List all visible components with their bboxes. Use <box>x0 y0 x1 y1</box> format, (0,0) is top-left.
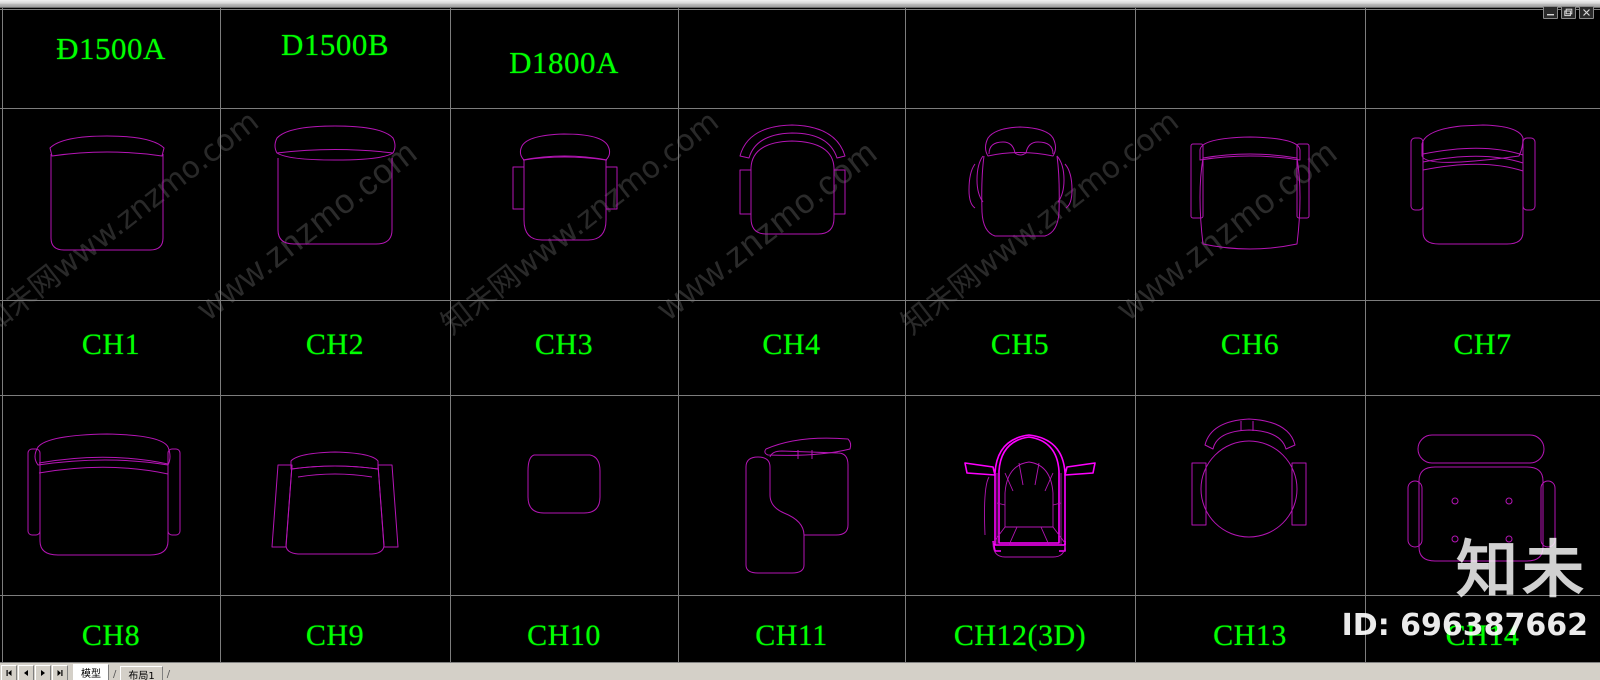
chair-plan-ch10 <box>450 395 678 595</box>
chair-label-cell-ch1[interactable]: CH1 <box>2 300 220 395</box>
last-arrow-icon <box>57 669 63 676</box>
chair-label-cell-ch2[interactable]: CH2 <box>220 300 450 395</box>
last-layout-button[interactable] <box>52 664 68 680</box>
chair-plan-ch8 <box>2 395 220 595</box>
chair-cell-ch11[interactable] <box>678 395 905 595</box>
chair-label-cell-ch3[interactable]: CH3 <box>450 300 678 395</box>
restore-button[interactable] <box>1561 6 1576 19</box>
previous-layout-button[interactable] <box>18 664 34 680</box>
chair-label: CH5 <box>990 328 1050 361</box>
chair-label: CH2 <box>305 328 365 361</box>
chair-label: CH9 <box>305 619 365 652</box>
chair-cell-ch1[interactable] <box>2 108 220 300</box>
tab-layout1[interactable]: 布局1 <box>120 666 163 680</box>
restore-icon <box>1564 8 1573 17</box>
layout-tab-bar: 模型 / 布局1 / <box>0 662 1600 680</box>
chair-plan-ch1 <box>2 108 220 300</box>
table-label: D1800A <box>509 45 619 80</box>
chair-label: CH11 <box>755 619 828 652</box>
table-label: Ð1500A <box>56 31 166 66</box>
close-icon <box>1583 9 1590 16</box>
chair-label: CH13 <box>1213 619 1287 652</box>
chair-label-cell-ch8[interactable]: CH8 <box>2 595 220 663</box>
tab-model-label: 模型 <box>81 669 101 680</box>
chair-plan-ch6 <box>1135 108 1365 300</box>
chair-label: CH14 <box>1445 619 1520 652</box>
chair-label: CH7 <box>1453 328 1512 361</box>
chair-label-cell-ch12[interactable]: CH12(3D) <box>905 595 1135 663</box>
chair-cell-ch5[interactable] <box>905 108 1135 300</box>
chair-label: CH1 <box>81 328 141 361</box>
chair-plan-ch14 <box>1365 395 1600 595</box>
chair-cell-ch7[interactable] <box>1365 108 1600 300</box>
chair-cell-ch4[interactable] <box>678 108 905 300</box>
layout-tabs: 模型 / 布局1 / <box>73 664 174 680</box>
chair-plan-ch11 <box>678 395 905 595</box>
table-cell-d1500b[interactable]: D1500B <box>220 9 450 108</box>
chair-label-cell-ch10[interactable]: CH10 <box>450 595 678 663</box>
chair-plan-ch2 <box>220 108 450 300</box>
chair-cell-ch9[interactable] <box>220 395 450 595</box>
table-cell-empty-4[interactable] <box>678 9 905 108</box>
chair-label: CH8 <box>81 619 141 652</box>
table-label: D1500B <box>280 27 390 62</box>
window-controls <box>1543 6 1594 19</box>
chair-plan-ch7 <box>1365 108 1600 300</box>
chair-plan-ch5 <box>905 108 1135 300</box>
tab-layout1-label: 布局1 <box>128 670 155 680</box>
chair-plan-ch13 <box>1135 395 1365 595</box>
next-arrow-icon <box>41 669 45 676</box>
chair-3d-ch12 <box>905 395 1135 595</box>
chair-label-cell-ch14[interactable]: CH14 <box>1365 595 1600 663</box>
chair-cell-ch10[interactable] <box>450 395 678 595</box>
chair-label: CH3 <box>534 328 594 361</box>
chair-label: CH12(3D) <box>953 619 1087 652</box>
chair-label-cell-ch9[interactable]: CH9 <box>220 595 450 663</box>
chair-cell-ch3[interactable] <box>450 108 678 300</box>
chair-cell-ch2[interactable] <box>220 108 450 300</box>
minimize-icon <box>1547 14 1554 16</box>
chair-plan-ch3 <box>450 108 678 300</box>
table-cell-empty-7[interactable] <box>1365 9 1600 108</box>
table-cell-d1800a[interactable]: D1800A <box>450 9 678 108</box>
chair-label-cell-ch7[interactable]: CH7 <box>1365 300 1600 395</box>
chair-label-cell-ch6[interactable]: CH6 <box>1135 300 1365 395</box>
chair-label-cell-ch4[interactable]: CH4 <box>678 300 905 395</box>
tab-model[interactable]: 模型 <box>73 664 109 680</box>
minimize-button[interactable] <box>1543 6 1558 19</box>
first-arrow-icon <box>6 669 12 676</box>
chair-label-cell-ch5[interactable]: CH5 <box>905 300 1135 395</box>
layout-nav-buttons <box>0 664 69 680</box>
title-bar <box>0 0 1600 8</box>
chair-label: CH6 <box>1220 328 1280 361</box>
cad-application-window: 知未网www.znzmo.com 知未网www.znzmo.com 知未网www… <box>0 0 1600 680</box>
chair-cell-ch6[interactable] <box>1135 108 1365 300</box>
chair-cell-ch14[interactable] <box>1365 395 1600 595</box>
close-button[interactable] <box>1579 6 1594 19</box>
chair-plan-ch9 <box>220 395 450 595</box>
next-layout-button[interactable] <box>35 664 51 680</box>
chair-label-cell-ch13[interactable]: CH13 <box>1135 595 1365 663</box>
tab-separator-1: / <box>113 669 117 680</box>
table-cell-empty-5[interactable] <box>905 9 1135 108</box>
table-cell-d1500a[interactable]: Ð1500A <box>2 9 220 108</box>
chair-cell-ch13[interactable] <box>1135 395 1365 595</box>
first-layout-button[interactable] <box>1 664 17 680</box>
previous-arrow-icon <box>24 669 28 676</box>
chair-plan-ch4 <box>678 108 905 300</box>
tab-separator-2: / <box>166 669 171 680</box>
chair-cell-ch8[interactable] <box>2 395 220 595</box>
chair-cell-ch12-3d[interactable] <box>905 395 1135 595</box>
table-cell-empty-6[interactable] <box>1135 9 1365 108</box>
chair-label: CH10 <box>527 619 601 652</box>
drawing-canvas[interactable]: 知未网www.znzmo.com 知未网www.znzmo.com 知未网www… <box>0 8 1600 663</box>
chair-label-cell-ch11[interactable]: CH11 <box>678 595 905 663</box>
chair-label: CH4 <box>762 328 821 361</box>
